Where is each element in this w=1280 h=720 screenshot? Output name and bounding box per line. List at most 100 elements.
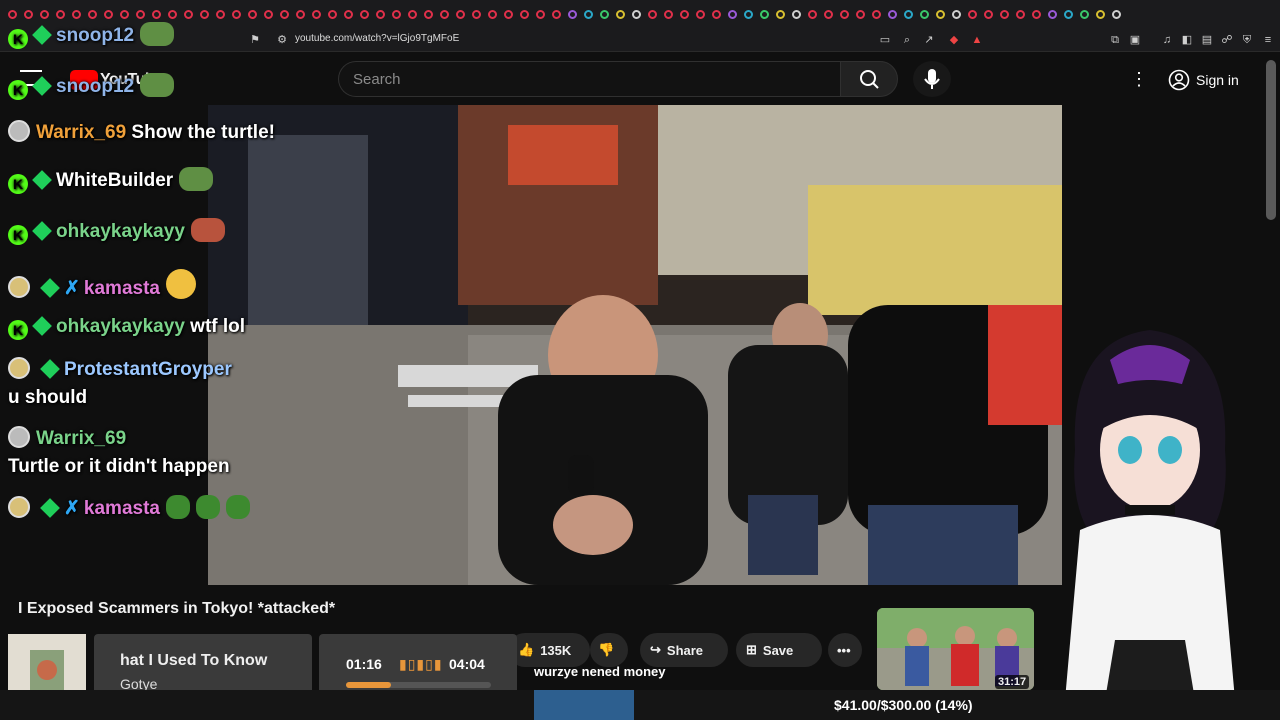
browser-tab-favicon-icon[interactable] [996, 6, 1012, 22]
voice-search-button[interactable] [913, 61, 951, 97]
browser-tab-favicon-icon[interactable] [820, 6, 836, 22]
browser-tab-favicon-icon[interactable] [804, 6, 820, 22]
browser-tab-favicon-icon[interactable] [1044, 6, 1060, 22]
browser-tab-favicon-icon[interactable] [836, 6, 852, 22]
like-button[interactable]: 👍 135K [508, 633, 590, 667]
browser-tab-favicon-icon[interactable] [372, 6, 388, 22]
browser-tab-favicon-icon[interactable] [452, 6, 468, 22]
browser-tab-favicon-icon[interactable] [484, 6, 500, 22]
browser-tab-favicon-icon[interactable] [1076, 6, 1092, 22]
browser-tab-favicon-icon[interactable] [356, 6, 372, 22]
browser-tab-favicon-icon[interactable] [916, 6, 932, 22]
dislike-button[interactable]: 👎 [590, 633, 628, 667]
browser-tab-favicon-icon[interactable] [100, 6, 116, 22]
media-control-icon[interactable]: ♫ [1160, 33, 1174, 47]
browser-tab-favicon-icon[interactable] [964, 6, 980, 22]
browser-tab-favicon-icon[interactable] [244, 6, 260, 22]
browser-tab-favicon-icon[interactable] [900, 6, 916, 22]
bookmark-icon[interactable]: ⚑ [248, 33, 262, 47]
browser-tab-favicon-icon[interactable] [324, 6, 340, 22]
browser-tab-favicon-icon[interactable] [788, 6, 804, 22]
browser-tab-favicon-icon[interactable] [388, 6, 404, 22]
browser-tab-favicon-icon[interactable] [52, 6, 68, 22]
browser-tab-favicon-icon[interactable] [404, 6, 420, 22]
browser-tab-favicon-icon[interactable] [1092, 6, 1108, 22]
browser-tab-favicon-icon[interactable] [740, 6, 756, 22]
browser-tab-favicon-icon[interactable] [1108, 6, 1124, 22]
browser-tab-favicon-icon[interactable] [980, 6, 996, 22]
zoom-icon[interactable]: ⌕ [900, 33, 914, 47]
browser-tab-favicon-icon[interactable] [532, 6, 548, 22]
browser-tab-favicon-icon[interactable] [180, 6, 196, 22]
browser-tab-favicon-icon[interactable] [708, 6, 724, 22]
save-button[interactable]: ⊞ Save [736, 633, 822, 667]
browser-tab-favicon-icon[interactable] [68, 6, 84, 22]
browser-tab-favicon-icon[interactable] [580, 6, 596, 22]
browser-tab-favicon-icon[interactable] [948, 6, 964, 22]
browser-tab-favicon-icon[interactable] [1060, 6, 1076, 22]
browser-tab-favicon-icon[interactable] [548, 6, 564, 22]
brave-shield-icon[interactable]: ◆ [947, 33, 961, 47]
share-button[interactable]: ↪ Share [640, 633, 728, 667]
browser-tab-favicon-icon[interactable] [676, 6, 692, 22]
more-actions-button[interactable]: ••• [828, 633, 862, 667]
site-info-icon[interactable]: ⚙ [275, 33, 289, 47]
browser-tab-favicon-icon[interactable] [660, 6, 676, 22]
search-input[interactable]: Search [338, 61, 840, 97]
menu-icon[interactable]: ≡ [1261, 33, 1275, 47]
browser-tab-favicon-icon[interactable] [884, 6, 900, 22]
search-button[interactable] [840, 61, 898, 97]
browser-tab-favicon-icon[interactable] [612, 6, 628, 22]
url-field[interactable]: youtube.com/watch?v=lGjo9TgMFoE [295, 33, 459, 44]
browser-tab-favicon-icon[interactable] [564, 6, 580, 22]
browser-tab-favicon-icon[interactable] [420, 6, 436, 22]
sign-in-button[interactable]: Sign in [1168, 66, 1248, 94]
browser-tab-favicon-icon[interactable] [468, 6, 484, 22]
browser-tab-favicon-icon[interactable] [212, 6, 228, 22]
browser-tab-favicon-icon[interactable] [500, 6, 516, 22]
browser-tab-favicon-icon[interactable] [36, 6, 52, 22]
browser-tab-favicon-icon[interactable] [644, 6, 660, 22]
browser-tab-favicon-icon[interactable] [628, 6, 644, 22]
browser-tab-favicon-icon[interactable] [292, 6, 308, 22]
browser-tab-favicon-icon[interactable] [228, 6, 244, 22]
browser-tab-favicon-icon[interactable] [148, 6, 164, 22]
browser-tab-favicon-icon[interactable] [724, 6, 740, 22]
browser-tab-favicon-icon[interactable] [84, 6, 100, 22]
sidebar-icon[interactable]: ◧ [1180, 33, 1194, 47]
video-player[interactable] [208, 105, 1062, 585]
browser-tab-favicon-icon[interactable] [196, 6, 212, 22]
chat-text: Show the turtle! [131, 122, 275, 143]
browser-tab-favicon-icon[interactable] [340, 6, 356, 22]
browser-tab-favicon-icon[interactable] [1028, 6, 1044, 22]
browser-tab-favicon-icon[interactable] [20, 6, 36, 22]
browser-tab-favicon-icon[interactable] [868, 6, 884, 22]
vpn-icon[interactable]: ☍ [1220, 33, 1234, 47]
browser-tab-favicon-icon[interactable] [132, 6, 148, 22]
browser-tab-favicon-icon[interactable] [692, 6, 708, 22]
extensions-icon[interactable]: ⧉ [1108, 33, 1122, 47]
brave-rewards-icon[interactable]: ▲ [970, 33, 984, 47]
share-page-icon[interactable]: ↗ [922, 33, 936, 47]
browser-tab-favicon-icon[interactable] [308, 6, 324, 22]
tab-search-icon[interactable]: ▣ [1128, 33, 1142, 47]
browser-tab-favicon-icon[interactable] [772, 6, 788, 22]
scrollbar[interactable] [1266, 60, 1276, 220]
browser-tab-favicon-icon[interactable] [276, 6, 292, 22]
browser-tab-favicon-icon[interactable] [116, 6, 132, 22]
browser-tab-favicon-icon[interactable] [756, 6, 772, 22]
cast-icon[interactable]: ▭ [878, 33, 892, 47]
browser-tab-favicon-icon[interactable] [596, 6, 612, 22]
shield-icon[interactable]: ⛨ [1240, 33, 1254, 47]
browser-tab-favicon-icon[interactable] [932, 6, 948, 22]
browser-tab-favicon-icon[interactable] [260, 6, 276, 22]
browser-tab-favicon-icon[interactable] [1012, 6, 1028, 22]
browser-tab-favicon-icon[interactable] [4, 6, 20, 22]
playback-progress-track[interactable] [346, 682, 491, 688]
browser-tab-favicon-icon[interactable] [164, 6, 180, 22]
wallet-icon[interactable]: ▤ [1200, 33, 1214, 47]
more-options-icon[interactable]: ⋮ [1130, 70, 1148, 88]
browser-tab-favicon-icon[interactable] [436, 6, 452, 22]
browser-tab-favicon-icon[interactable] [852, 6, 868, 22]
browser-tab-favicon-icon[interactable] [516, 6, 532, 22]
